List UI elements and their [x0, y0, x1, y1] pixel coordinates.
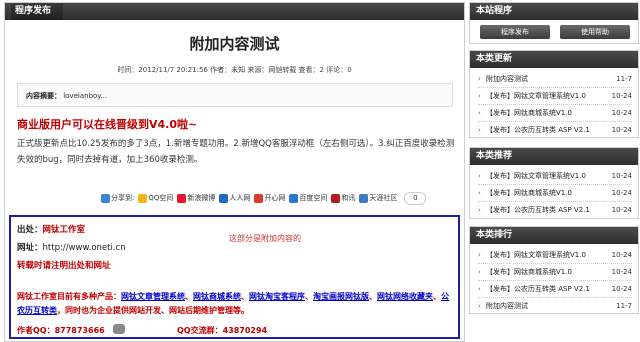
- share-weibo[interactable]: 新浪微博: [177, 193, 215, 203]
- sidebar-latest-header: 本类更新: [470, 51, 638, 68]
- list-item[interactable]: › 【发布】网钛商城系统V1.0 10-24: [478, 185, 632, 202]
- share-hexun[interactable]: 和讯: [331, 193, 355, 203]
- baidu-icon: [289, 193, 299, 203]
- list-item[interactable]: › 附加内容测试 11-7: [478, 71, 632, 88]
- qq-group: QQ交流群：43870294: [177, 326, 268, 335]
- summary-text: loveianboy...: [63, 92, 108, 100]
- share-tianya[interactable]: 天涯社区: [359, 193, 397, 203]
- sidebar-ranking-header: 本类排行: [470, 227, 638, 244]
- share-qzone[interactable]: QQ空间: [138, 193, 173, 203]
- qzone-icon: [138, 193, 148, 203]
- hexun-icon: [331, 193, 341, 203]
- url-line: 网址：http://www.oneti.cn: [17, 243, 126, 253]
- article-title: 附加内容测试: [189, 35, 280, 53]
- list-item[interactable]: › 【发布】公农历互转类 ASP V2.1 10-24: [478, 281, 632, 298]
- qq-chat-icon[interactable]: [113, 324, 125, 334]
- summary-label: 内容摘要：: [26, 92, 61, 100]
- list-item[interactable]: › 【发布】网钛文章管理系统V1.0 10-24: [478, 247, 632, 264]
- url-value[interactable]: http://www.oneti.cn: [43, 243, 126, 253]
- source-link[interactable]: 网钛工作室: [43, 225, 86, 235]
- product-link[interactable]: 网钛商城系统: [193, 292, 241, 301]
- tianya-icon: [359, 193, 369, 203]
- list-item[interactable]: › 【发布】网钛文章管理系统V1.0 10-24: [478, 168, 632, 185]
- sidebar-ranking: 本类排行 › 【发布】网钛文章管理系统V1.0 10-24 › 【发布】网钛商城系统V…: [469, 226, 639, 314]
- sidebar-recommend: 本类推荐 › 【发布】网钛文章管理系统V1.0 10-24 › 【发布】网钛商城系统V…: [469, 147, 639, 219]
- usage-help-button[interactable]: 使用帮助: [560, 25, 630, 39]
- product-link[interactable]: 网钛淘宝客程序: [249, 292, 305, 301]
- product-link[interactable]: 网钛网络收藏夹: [377, 292, 433, 301]
- sidebar-site-header: 本站程序: [470, 3, 638, 20]
- share-kaixin[interactable]: 开心网: [254, 193, 285, 203]
- share-bar: 分享到: QQ空间 新浪微博 人人网 开心网 百度空间 和讯 天涯社区 0: [101, 190, 427, 206]
- share-count: 0: [404, 191, 427, 205]
- products-paragraph: 网钛工作室目前有多种产品：网钛文章管理系统、网钛商城系统、网钛淘宝客程序、淘宝画…: [17, 292, 449, 315]
- article-body: 正式版更新点比10.25发布的多了3点，1.新增专题功用。2.新增QQ客服浮动框…: [17, 139, 455, 165]
- sidebar-latest: 本类更新 › 附加内容测试 11-7 › 【发布】网钛文章管理系统V1.0 10-24 …: [469, 50, 639, 138]
- appended-content-box: 出处：网钛工作室 网址：http://www.oneti.cn 这部分是附加内容…: [9, 215, 460, 339]
- article-meta: 时间：2012/11/7 20:21:56 作者：未知 来源：网铠转载 查看：2…: [117, 66, 352, 74]
- kaixin-icon: [254, 193, 264, 203]
- share-baidu[interactable]: 百度空间: [289, 193, 327, 203]
- author-qq: 作者QQ：877873666: [17, 326, 105, 335]
- main-header: 程序发布: [5, 3, 464, 20]
- share-plus-icon: [101, 193, 110, 203]
- list-item[interactable]: › 【发布】网钛文章管理系统V1.0 10-24: [478, 88, 632, 105]
- list-item[interactable]: › 附加内容测试 11-7: [478, 298, 632, 314]
- share-renren[interactable]: 人人网: [219, 193, 250, 203]
- summary-box: 内容摘要： loveianboy...: [17, 83, 453, 107]
- renren-icon: [219, 193, 229, 203]
- list-item[interactable]: › 【发布】公农历互转类 ASP V2.1 10-24: [478, 122, 632, 138]
- main-header-label: 程序发布: [11, 3, 64, 20]
- share-label: 分享到:: [101, 193, 134, 203]
- weibo-icon: [177, 193, 187, 203]
- product-link[interactable]: 淘宝画报网钛版: [313, 292, 369, 301]
- sidebar-recommend-header: 本类推荐: [470, 148, 638, 165]
- appended-note: 这部分是附加内容的: [229, 234, 301, 243]
- program-release-button[interactable]: 程序发布: [480, 25, 550, 39]
- reprint-notice: 转载时请注明出处和网址: [17, 261, 111, 271]
- list-item[interactable]: › 【发布】网钛商城系统V1.0 10-24: [478, 105, 632, 122]
- source-line: 出处：网钛工作室: [17, 225, 86, 235]
- list-item[interactable]: › 【发布】公农历互转类 ASP V2.1 10-24: [478, 202, 632, 218]
- product-link[interactable]: 网钛文章管理系统: [121, 292, 185, 301]
- list-item[interactable]: › 【发布】网钛商城系统V1.0 10-24: [478, 264, 632, 281]
- sidebar-site-programs: 本站程序 程序发布 使用帮助: [469, 2, 639, 44]
- promo-headline: 商业版用户可以在线晋级到V4.0啦~: [17, 118, 198, 131]
